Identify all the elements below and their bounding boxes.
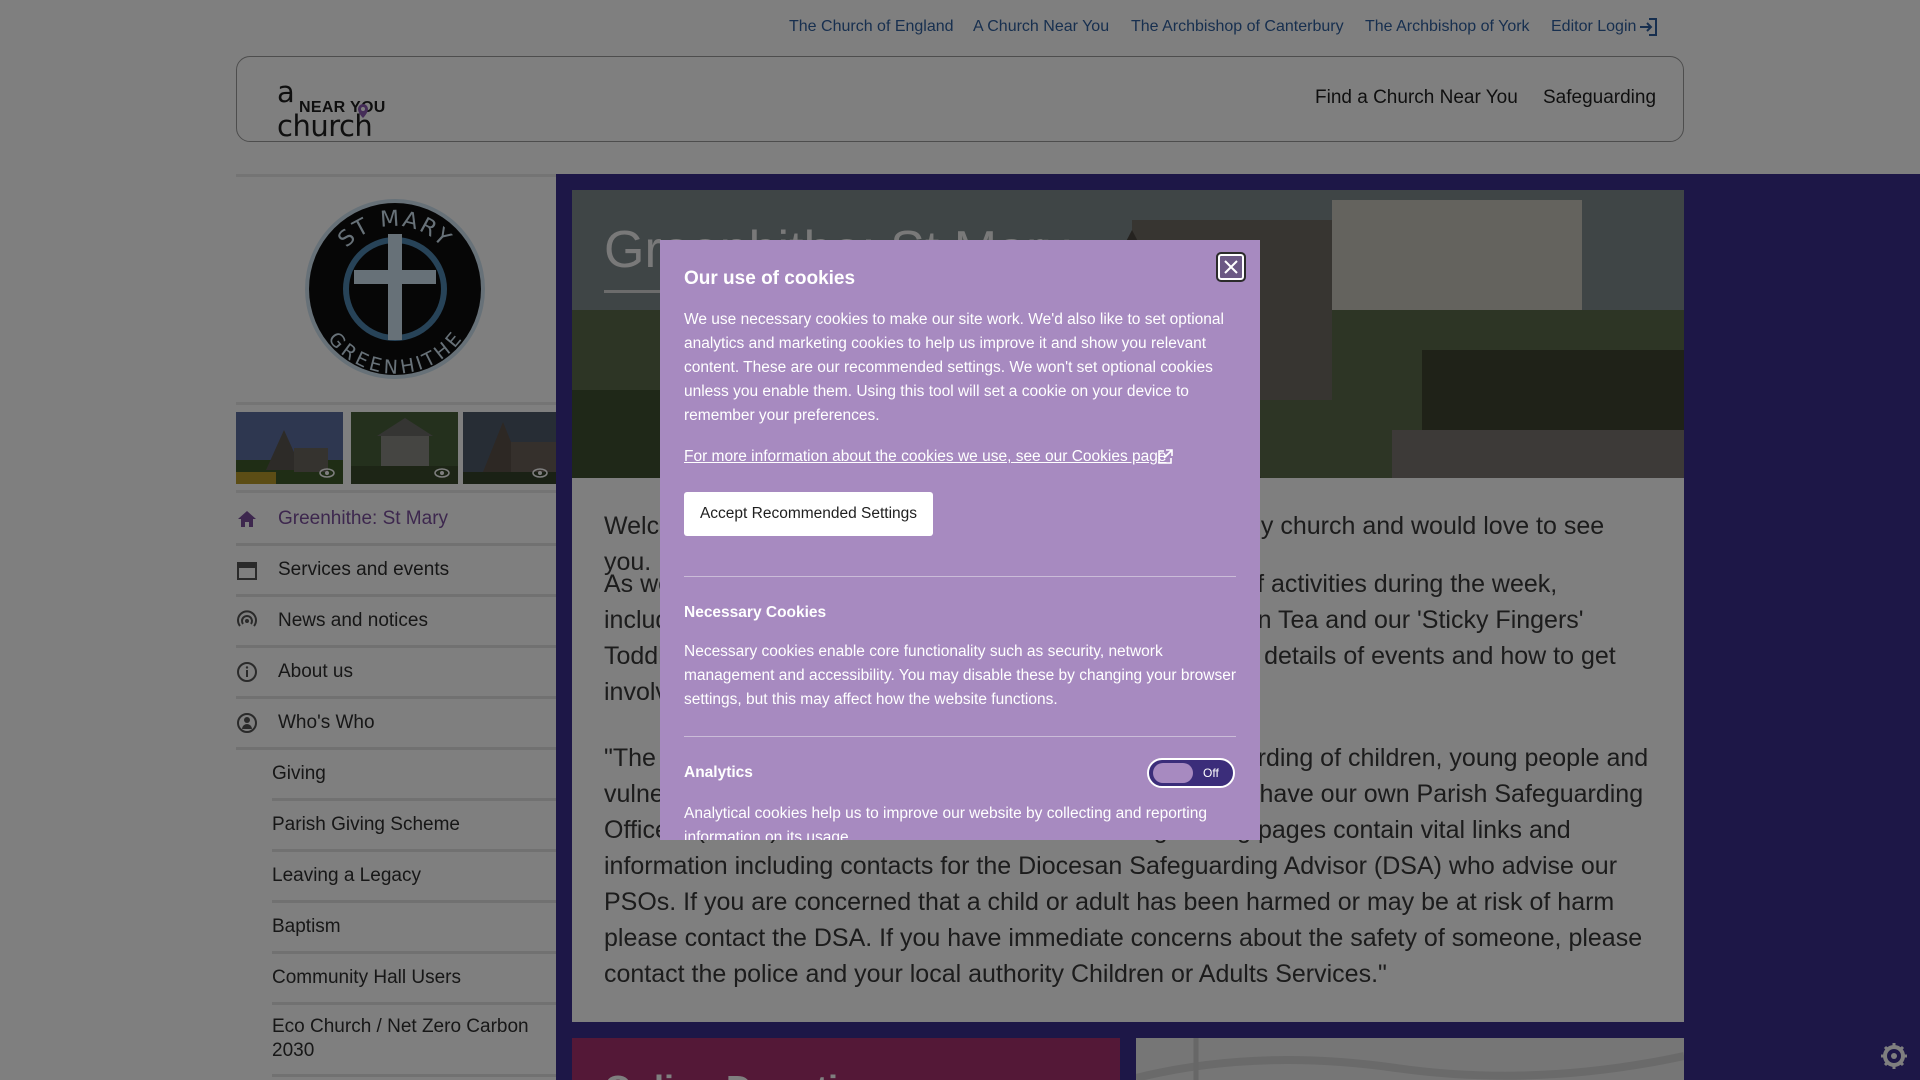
accept-recommended-button[interactable]: Accept Recommended Settings <box>684 492 933 536</box>
necessary-cookies-desc: Necessary cookies enable core functional… <box>684 643 1237 708</box>
cookies-page-link[interactable]: For more information about the cookies w… <box>684 448 1166 466</box>
toggle-knob <box>1153 763 1193 783</box>
toggle-state-label: Off <box>1203 766 1219 780</box>
close-icon <box>1224 260 1238 274</box>
dialog-intro: We use necessary cookies to make our sit… <box>684 311 1224 424</box>
section-divider <box>684 736 1236 737</box>
analytics-toggle[interactable]: Off <box>1147 758 1235 788</box>
dialog-title: Our use of cookies <box>684 268 856 289</box>
section-divider <box>684 576 1236 577</box>
close-button[interactable] <box>1216 252 1246 282</box>
external-link-icon <box>1158 449 1173 464</box>
cookie-dialog: Our use of cookies We use necessary cook… <box>660 240 1260 840</box>
necessary-cookies-title: Necessary Cookies <box>684 604 827 621</box>
analytics-desc: Analytical cookies help us to improve ou… <box>684 805 1207 840</box>
analytics-title: Analytics <box>684 764 753 781</box>
